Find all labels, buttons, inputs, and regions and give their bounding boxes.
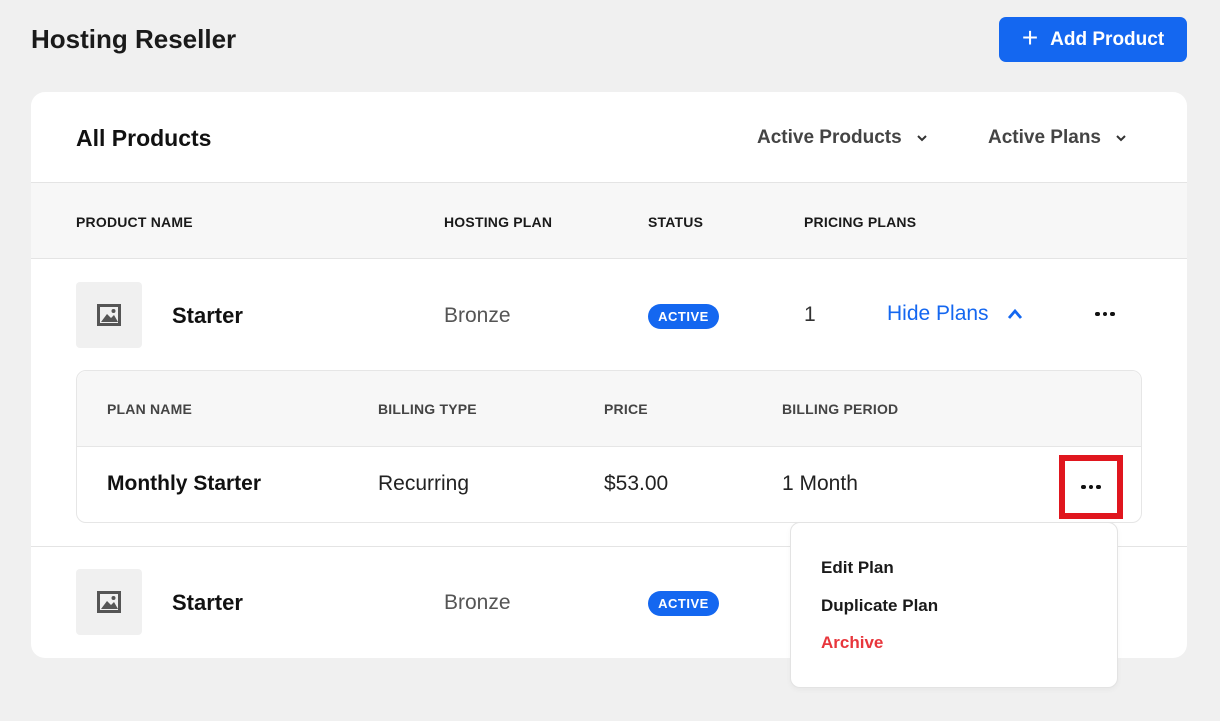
product-thumbnail <box>76 282 142 348</box>
image-placeholder-icon <box>97 591 121 613</box>
column-header-plan-name: PLAN NAME <box>107 401 193 417</box>
active-plans-label: Active Plans <box>988 127 1101 148</box>
plus-icon: + <box>1021 22 1039 53</box>
hide-plans-label: Hide Plans <box>887 302 989 325</box>
status-badge: ACTIVE <box>648 304 719 329</box>
hosting-plan: Bronze <box>444 591 511 614</box>
add-product-button[interactable]: + Add Product <box>999 17 1187 62</box>
plan-more-menu-button[interactable] <box>1059 455 1123 519</box>
column-header-pricing-plans: PRICING PLANS <box>804 214 917 230</box>
billing-period: 1 Month <box>782 472 858 495</box>
products-table-header: PRODUCT NAME HOSTING PLAN STATUS PRICING… <box>31 182 1187 259</box>
active-products-label: Active Products <box>757 127 902 148</box>
more-horizontal-icon <box>1081 484 1101 490</box>
product-more-menu-button[interactable] <box>1093 302 1117 326</box>
product-thumbnail <box>76 569 142 635</box>
active-products-dropdown[interactable]: Active Products <box>757 127 928 149</box>
add-product-label: Add Product <box>1050 28 1165 50</box>
column-header-billing-type: BILLING TYPE <box>378 401 477 417</box>
plans-table-header: PLAN NAME BILLING TYPE PRICE BILLING PER… <box>77 371 1141 447</box>
plans-subtable: PLAN NAME BILLING TYPE PRICE BILLING PER… <box>76 370 1142 523</box>
chevron-down-icon <box>916 135 927 142</box>
status-badge: ACTIVE <box>648 591 719 616</box>
more-horizontal-icon <box>1095 311 1100 317</box>
card-title: All Products <box>76 125 212 151</box>
hosting-plan: Bronze <box>444 304 511 327</box>
billing-type: Recurring <box>378 472 470 495</box>
image-placeholder-icon <box>97 304 121 326</box>
plan-actions-menu: Edit Plan Duplicate Plan Archive <box>790 522 1118 688</box>
page-title: Hosting Reseller <box>31 24 237 54</box>
column-header-status: STATUS <box>648 214 704 230</box>
column-header-hosting-plan: HOSTING PLAN <box>444 214 553 230</box>
table-row: Starter Bronze ACTIVE 1 Hide Plans <box>31 282 1187 352</box>
archive-menu-item[interactable]: Archive <box>821 633 883 653</box>
product-name[interactable]: Starter <box>172 303 243 329</box>
duplicate-plan-menu-item[interactable]: Duplicate Plan <box>821 596 938 616</box>
pricing-plans-count: 1 <box>804 303 816 326</box>
column-header-price: PRICE <box>604 401 648 417</box>
chevron-down-icon <box>1116 135 1126 142</box>
edit-plan-menu-item[interactable]: Edit Plan <box>821 558 894 578</box>
column-header-product-name: PRODUCT NAME <box>76 214 193 230</box>
column-header-billing-period: BILLING PERIOD <box>782 401 899 417</box>
active-plans-dropdown[interactable]: Active Plans <box>988 127 1127 149</box>
plan-price: $53.00 <box>604 472 669 495</box>
product-name[interactable]: Starter <box>172 590 243 616</box>
plan-name: Monthly Starter <box>107 472 262 495</box>
hide-plans-link[interactable]: Hide Plans <box>887 302 1023 326</box>
chevron-up-icon <box>1007 308 1022 319</box>
